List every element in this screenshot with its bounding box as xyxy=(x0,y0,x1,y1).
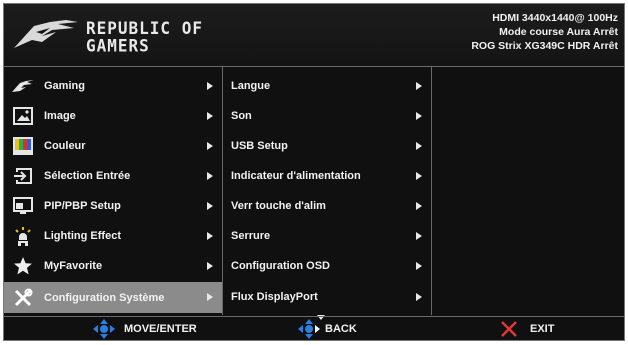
chevron-right-icon xyxy=(207,293,213,301)
status-line-signal: HDMI 3440x1440@ 100Hz xyxy=(492,12,618,24)
joystick-move-icon xyxy=(93,319,115,339)
star-icon xyxy=(12,255,34,277)
menu-item-couleur[interactable]: Couleur xyxy=(4,131,222,161)
menu-item-configuration-systeme[interactable]: Configuration Système xyxy=(4,282,222,313)
status-line-mode: Mode course Aura Arrêt xyxy=(499,26,618,38)
menu-item-selection-entree[interactable]: Sélection Entrée xyxy=(4,161,222,191)
submenu-item-label: Indicateur d'alimentation xyxy=(231,170,361,182)
image-icon xyxy=(12,105,34,127)
exit-button[interactable]: EXIT xyxy=(500,317,554,341)
menu-item-label: Configuration Système xyxy=(44,291,165,304)
submenu-item-label: Flux DisplayPort xyxy=(231,291,318,303)
submenu-item-label: USB Setup xyxy=(231,140,288,152)
back-label: BACK xyxy=(325,323,357,335)
menu-item-label: PIP/PBP Setup xyxy=(44,200,121,212)
osd-menu: REPUBLIC OF GAMERS HDMI 3440x1440@ 100Hz… xyxy=(3,3,625,341)
menu-item-label: Sélection Entrée xyxy=(44,170,131,182)
value-panel xyxy=(432,67,624,315)
chevron-right-icon xyxy=(416,172,422,180)
menu-item-label: Gaming xyxy=(44,80,85,92)
submenu-item-label: Langue xyxy=(231,80,271,92)
submenu-item-configuration-osd[interactable]: Configuration OSD xyxy=(223,251,431,281)
submenu-item-indicateur-alimentation[interactable]: Indicateur d'alimentation xyxy=(223,161,431,191)
chevron-right-icon xyxy=(416,202,422,210)
chevron-right-icon xyxy=(416,82,422,90)
status-info: HDMI 3440x1440@ 100Hz Mode course Aura A… xyxy=(471,11,618,53)
submenu-item-label: Configuration OSD xyxy=(231,260,330,272)
tools-icon xyxy=(12,287,34,309)
submenu-item-langue[interactable]: Langue xyxy=(223,71,431,101)
chevron-right-icon xyxy=(207,172,213,180)
chevron-right-icon xyxy=(416,112,422,120)
chevron-right-icon xyxy=(207,142,213,150)
sub-menu: Langue Son USB Setup Indicateur d'alimen… xyxy=(223,67,432,320)
main-menu: Gaming Image Couleur Sélection Entrée PI… xyxy=(4,67,223,315)
joystick-back-icon xyxy=(298,319,320,339)
rog-eye-icon xyxy=(12,75,34,97)
osd-footer: MOVE/ENTER BACK EXIT xyxy=(4,316,624,341)
pip-icon xyxy=(12,195,34,217)
close-icon xyxy=(501,321,517,337)
brand-line2: GAMERS xyxy=(86,35,150,56)
chevron-right-icon xyxy=(207,232,213,240)
exit-label: EXIT xyxy=(530,323,555,335)
input-icon xyxy=(12,165,34,187)
chevron-right-icon xyxy=(207,202,213,210)
menu-item-gaming[interactable]: Gaming xyxy=(4,71,222,101)
submenu-item-label: Serrure xyxy=(231,230,271,242)
chevron-right-icon xyxy=(416,262,422,270)
menu-item-image[interactable]: Image xyxy=(4,101,222,131)
menu-item-pip-pbp[interactable]: PIP/PBP Setup xyxy=(4,191,222,221)
chevron-right-icon xyxy=(207,262,213,270)
submenu-item-verr-touche[interactable]: Verr touche d'alim xyxy=(223,191,431,221)
back-button[interactable]: BACK xyxy=(295,317,357,341)
brand-title: REPUBLIC OF GAMERS xyxy=(86,19,203,55)
menu-item-label: Lighting Effect xyxy=(44,230,121,242)
chevron-right-icon xyxy=(207,82,213,90)
chevron-right-icon xyxy=(416,293,422,301)
menu-item-myfavorite[interactable]: MyFavorite xyxy=(4,251,222,281)
submenu-item-label: Son xyxy=(231,110,252,122)
move-enter-label: MOVE/ENTER xyxy=(124,323,197,335)
status-line-model: ROG Strix XG349C HDR Arrêt xyxy=(471,40,618,52)
menu-item-label: MyFavorite xyxy=(44,260,103,272)
menu-item-label: Image xyxy=(44,110,76,122)
submenu-item-son[interactable]: Son xyxy=(223,101,431,131)
lighting-icon xyxy=(12,225,34,247)
brand-line1: REPUBLIC OF xyxy=(86,18,203,39)
color-bars-icon xyxy=(12,135,34,157)
submenu-item-serrure[interactable]: Serrure xyxy=(223,221,431,251)
chevron-right-icon xyxy=(416,232,422,240)
submenu-item-usb-setup[interactable]: USB Setup xyxy=(223,131,431,161)
submenu-item-label: Verr touche d'alim xyxy=(231,200,326,212)
osd-header: REPUBLIC OF GAMERS HDMI 3440x1440@ 100Hz… xyxy=(4,4,624,67)
chevron-right-icon xyxy=(416,142,422,150)
move-enter-button[interactable]: MOVE/ENTER xyxy=(90,317,197,341)
submenu-item-flux-displayport[interactable]: Flux DisplayPort xyxy=(223,282,431,312)
menu-item-lighting-effect[interactable]: Lighting Effect xyxy=(4,221,222,251)
rog-logo-icon xyxy=(14,20,78,48)
chevron-right-icon xyxy=(207,112,213,120)
menu-item-label: Couleur xyxy=(44,140,86,152)
